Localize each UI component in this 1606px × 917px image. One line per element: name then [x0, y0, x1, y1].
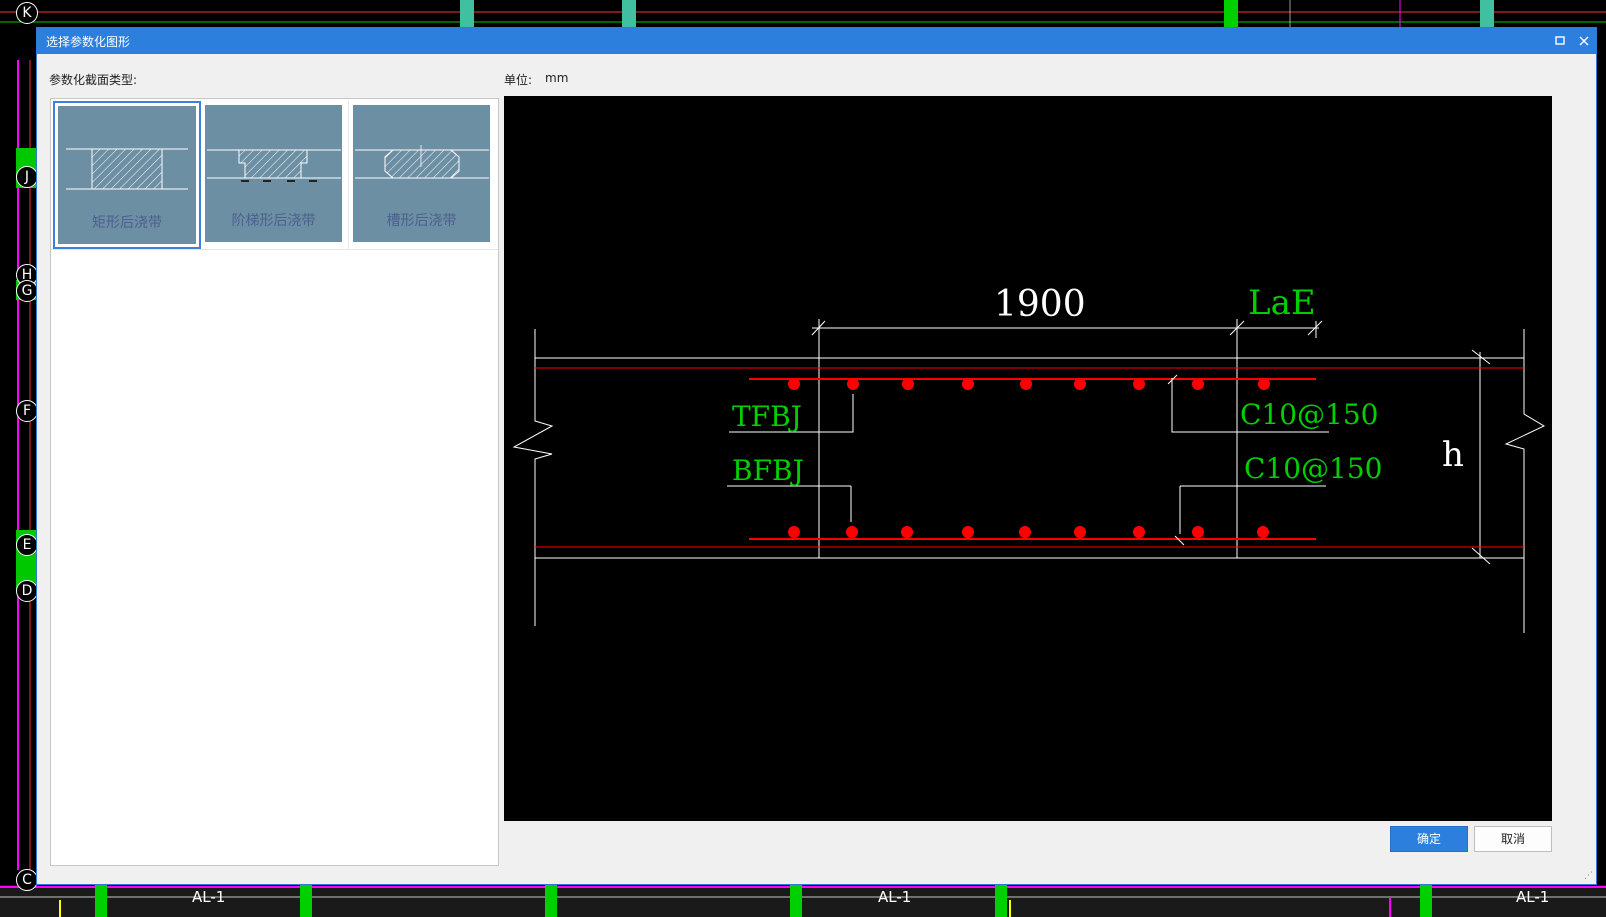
axis-label-e: E [16, 534, 38, 556]
label-height: h [1442, 435, 1464, 475]
section-type-label: 参数化截面类型: [49, 73, 138, 87]
section-type-rectangular[interactable]: 矩形后浇带 [53, 101, 201, 249]
close-button[interactable] [1574, 31, 1594, 51]
section-preview-drawing: 1900 LaE TFBJ BFBJ C10@150 C10@150 h [512, 283, 1546, 633]
section-type-label: 矩形后浇带 [92, 215, 162, 231]
axis-label-c: C [16, 869, 38, 891]
label-tfbj: TFBJ [732, 400, 802, 433]
label-bottom-rebar-spec: C10@150 [1244, 452, 1383, 485]
section-type-list: 矩形后浇带 阶梯形后浇带 槽形后浇带 [50, 98, 499, 866]
ok-button[interactable]: 确定 [1390, 826, 1468, 852]
resize-grip[interactable]: ⋰ [1584, 871, 1593, 881]
close-icon [1579, 36, 1589, 46]
unit-label: 单位: [504, 73, 533, 87]
section-type-stepped[interactable]: 阶梯形后浇带 [201, 101, 349, 249]
axis-label-f: F [16, 400, 38, 422]
section-preview-canvas: 1900 LaE TFBJ BFBJ C10@150 C10@150 h [504, 96, 1552, 821]
beam-label: AL-1 [878, 888, 911, 906]
axis-label-k: K [16, 2, 38, 24]
axis-label-g: G [16, 280, 38, 302]
axis-label-d: D [16, 580, 38, 602]
label-top-rebar-spec: C10@150 [1240, 398, 1379, 431]
unit-value: mm [545, 71, 569, 85]
dialog-title-bar[interactable]: 选择参数化图形 [37, 28, 1596, 54]
axis-label-j: J [16, 166, 38, 188]
dimension-1900: 1900 [994, 284, 1086, 325]
beam-label: AL-1 [1516, 888, 1549, 906]
dialog-title: 选择参数化图形 [46, 35, 131, 49]
maximize-icon [1555, 36, 1565, 45]
label-bfbj: BFBJ [732, 454, 804, 487]
section-type-groove[interactable]: 槽形后浇带 [349, 101, 497, 249]
parametric-shape-dialog: 选择参数化图形 参数化截面类型: 单位: mm 矩形后浇带 阶梯形后浇带 槽形后… [36, 27, 1597, 885]
bottom-rebar-dots [788, 526, 1269, 538]
section-type-label: 阶梯形后浇带 [231, 213, 316, 229]
section-type-label: 槽形后浇带 [386, 213, 457, 229]
maximize-button[interactable] [1550, 31, 1570, 51]
cancel-button[interactable]: 取消 [1474, 826, 1552, 852]
dimension-lae: LaE [1248, 283, 1316, 323]
beam-label: AL-1 [192, 888, 225, 906]
